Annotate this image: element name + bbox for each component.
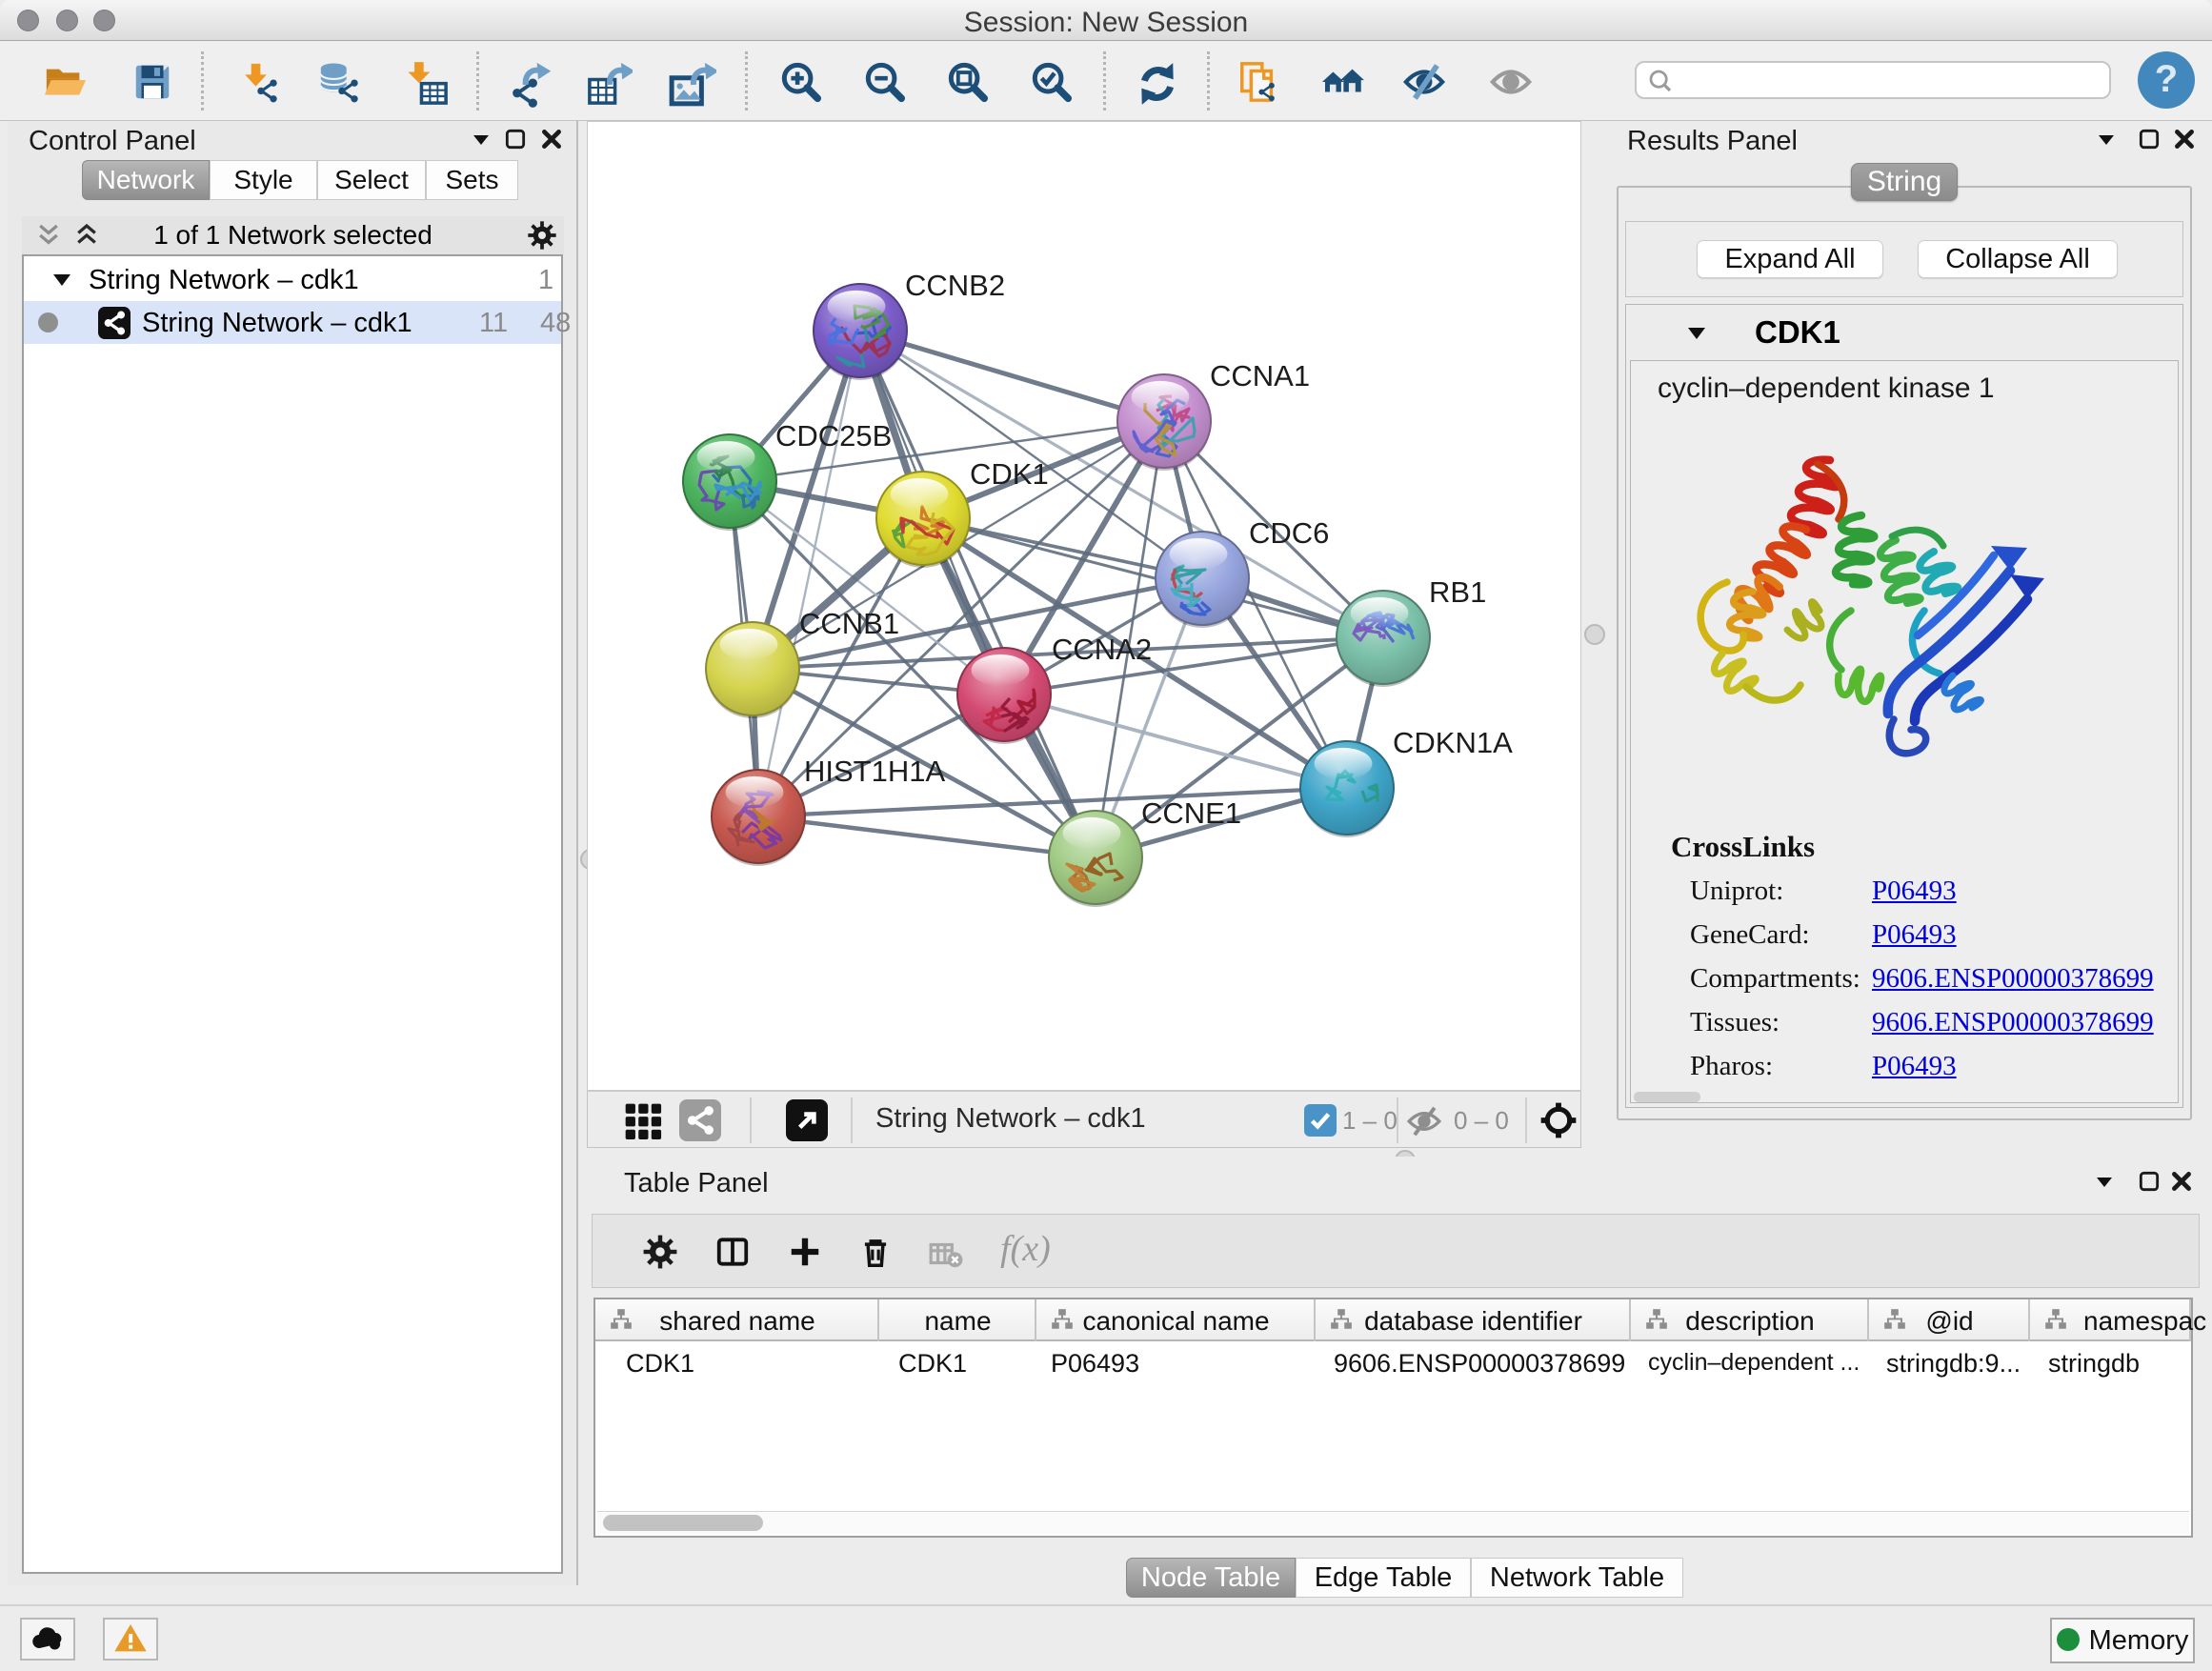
svg-text:CCNB2: CCNB2 (905, 269, 1005, 302)
svg-text:HIST1H1A: HIST1H1A (804, 755, 945, 788)
svg-text:RB1: RB1 (1429, 575, 1486, 609)
svg-text:CDC25B: CDC25B (775, 419, 892, 453)
svg-text:CCNE1: CCNE1 (1141, 796, 1241, 830)
svg-text:CDK1: CDK1 (970, 457, 1049, 491)
svg-text:CDKN1A: CDKN1A (1393, 726, 1513, 759)
svg-text:CCNB1: CCNB1 (799, 607, 899, 640)
svg-text:CDC6: CDC6 (1249, 516, 1329, 550)
svg-text:CCNA1: CCNA1 (1210, 359, 1310, 393)
svg-text:CCNA2: CCNA2 (1052, 633, 1152, 666)
